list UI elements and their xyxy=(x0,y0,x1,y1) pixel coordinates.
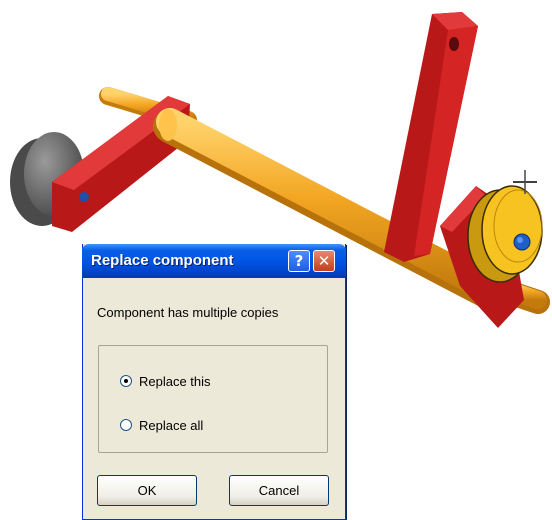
dialog-titlebar[interactable]: Replace component ? ✕ xyxy=(82,244,346,278)
option-replace-all[interactable]: Replace all xyxy=(120,416,203,434)
dialog-title: Replace component xyxy=(91,252,234,269)
option-label-replace-this: Replace this xyxy=(139,373,211,389)
radio-replace-all[interactable] xyxy=(120,419,132,431)
replace-options-group: Replace this Replace all xyxy=(98,345,328,453)
close-button[interactable]: ✕ xyxy=(313,250,335,272)
help-button[interactable]: ? xyxy=(288,250,310,272)
option-label-replace-all: Replace all xyxy=(139,417,204,433)
option-replace-this[interactable]: Replace this xyxy=(120,372,211,390)
ok-button[interactable]: OK xyxy=(97,475,197,506)
yellow-pulley[interactable] xyxy=(467,185,543,283)
replace-component-dialog: Replace component ? ✕ Component has mult… xyxy=(82,244,346,520)
close-icon: ✕ xyxy=(317,252,331,270)
dialog-message: Component has multiple copies xyxy=(97,305,279,320)
help-icon: ? xyxy=(294,252,304,270)
radio-replace-this[interactable] xyxy=(120,375,132,387)
cancel-button[interactable]: Cancel xyxy=(229,475,329,506)
